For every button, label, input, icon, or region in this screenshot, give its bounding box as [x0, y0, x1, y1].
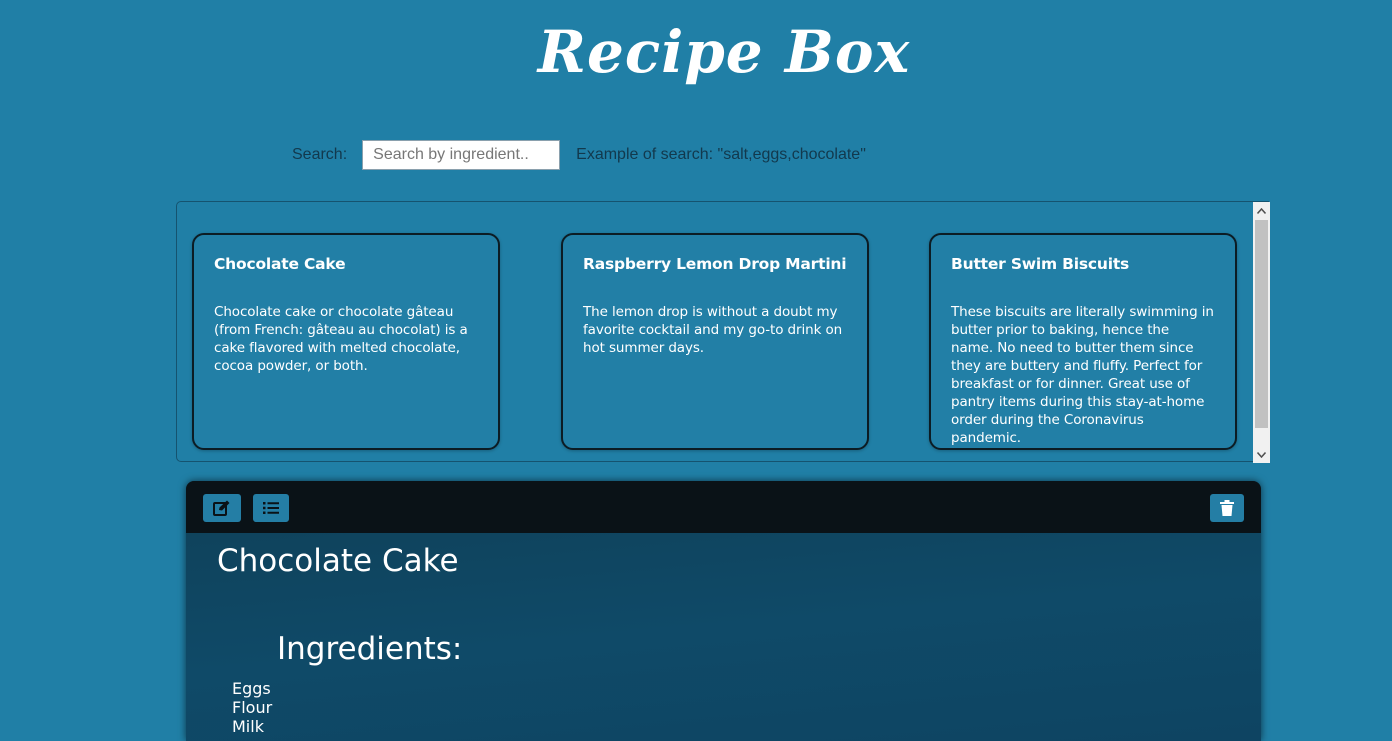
recipe-list-scrollbar[interactable] — [1253, 202, 1270, 463]
recipe-detail-panel: Chocolate Cake Ingredients: Eggs Flour M… — [186, 481, 1261, 741]
ingredients-list-button[interactable] — [253, 494, 289, 522]
recipe-card-raspberry-lemon-drop-martini[interactable]: Raspberry Lemon Drop Martini The lemon d… — [561, 233, 869, 450]
list-icon — [263, 502, 279, 514]
recipe-card-description: Chocolate cake or chocolate gâteau (from… — [214, 304, 468, 374]
delete-recipe-button[interactable] — [1210, 494, 1244, 522]
recipe-card-description: These biscuits are literally swimming in… — [951, 304, 1214, 446]
edit-recipe-button[interactable] — [203, 494, 241, 522]
search-example-hint: Example of search: "salt,eggs,chocolate" — [576, 146, 866, 163]
search-bar: Search: Example of search: "salt,eggs,ch… — [292, 139, 866, 171]
ingredient-item: Flour — [232, 698, 273, 717]
recipe-card-butter-swim-biscuits[interactable]: Butter Swim Biscuits These biscuits are … — [929, 233, 1237, 450]
recipe-card-title: Raspberry Lemon Drop Martini — [583, 255, 847, 273]
edit-icon — [213, 500, 230, 516]
app-title: Recipe Box — [537, 18, 911, 86]
recipe-card-title: Chocolate Cake — [214, 255, 346, 273]
search-label: Search: — [292, 146, 348, 163]
recipe-card-description: The lemon drop is without a doubt my fav… — [583, 304, 843, 356]
ingredient-item: Milk — [232, 717, 264, 736]
ingredients-heading: Ingredients: — [277, 631, 463, 667]
trash-icon — [1220, 500, 1234, 516]
ingredient-item: Eggs — [232, 679, 271, 698]
search-input[interactable] — [362, 140, 561, 170]
recipe-detail-title: Chocolate Cake — [217, 543, 459, 579]
ingredient-list: Eggs Flour Milk — [232, 679, 272, 736]
recipe-card-chocolate-cake[interactable]: Chocolate Cake Chocolate cake or chocola… — [192, 233, 500, 450]
scroll-up-arrow-icon[interactable] — [1253, 202, 1270, 219]
recipe-detail-toolbar — [186, 481, 1261, 533]
scrollbar-thumb[interactable] — [1255, 220, 1268, 428]
recipe-card-title: Butter Swim Biscuits — [951, 255, 1130, 273]
recipe-list: Chocolate Cake Chocolate cake or chocola… — [176, 201, 1269, 462]
scroll-down-arrow-icon[interactable] — [1253, 446, 1270, 463]
